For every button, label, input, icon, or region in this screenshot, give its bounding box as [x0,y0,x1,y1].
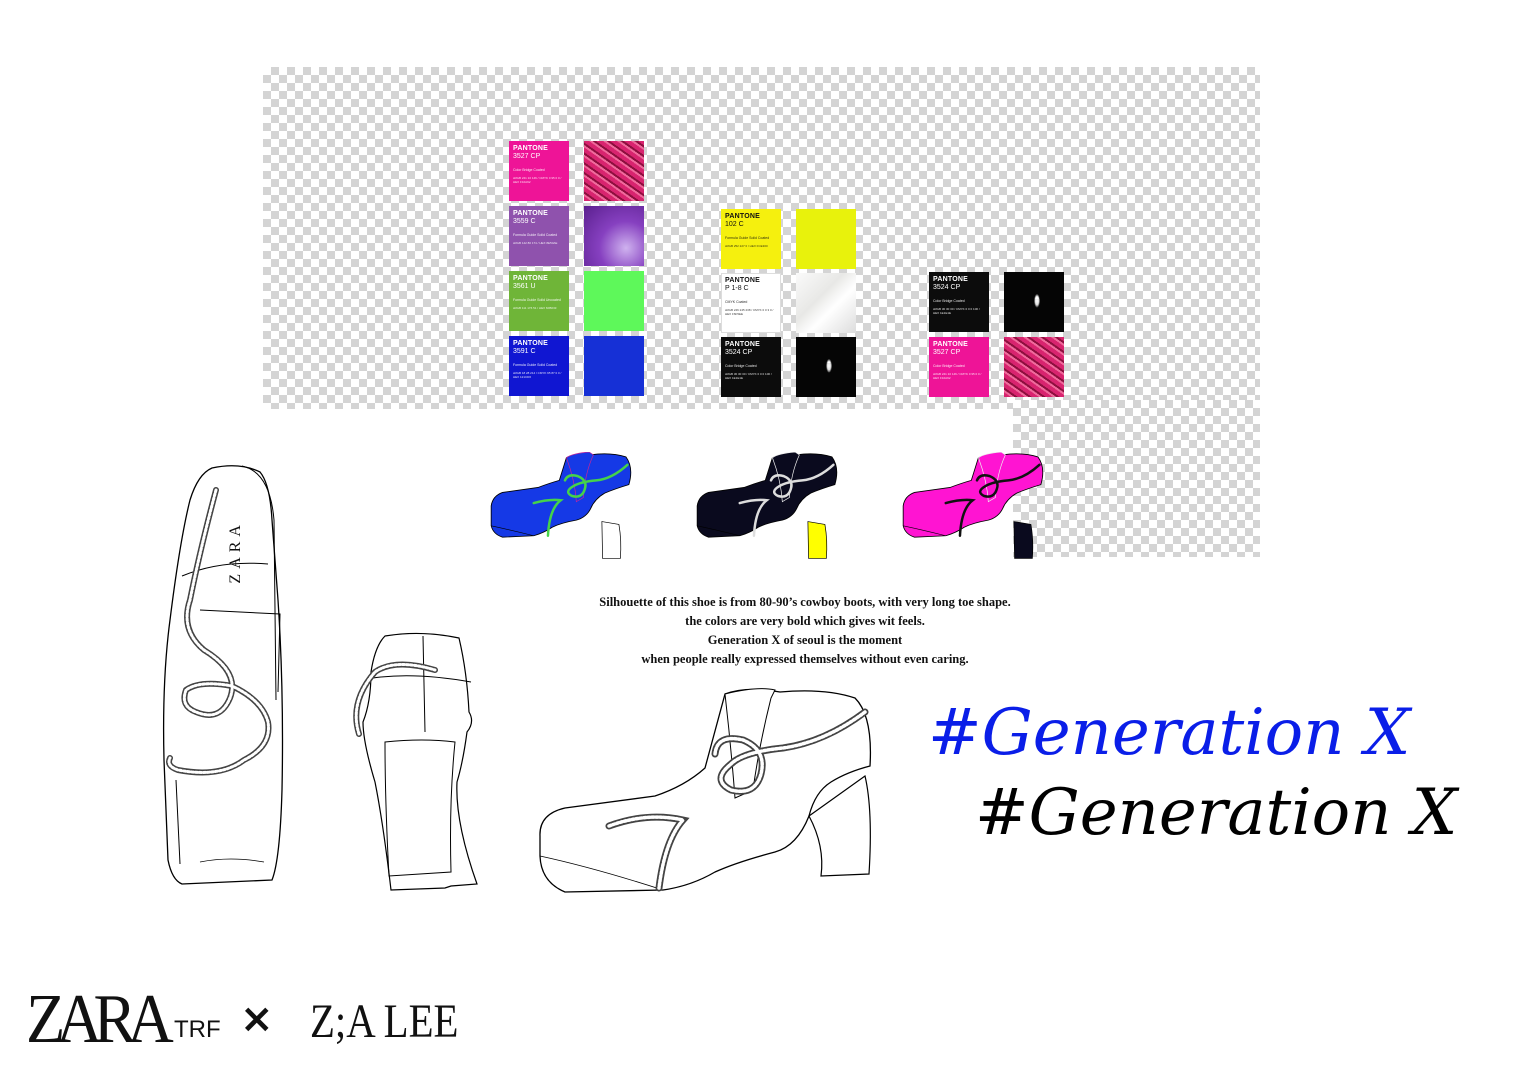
pantone-code: 3561 U [513,283,536,290]
caption-line-2: the colors are very bold which gives wit… [685,614,925,628]
caption-line-3: Generation X of seoul is the moment [707,633,903,647]
insole-logo: ZARA [227,520,244,584]
group1-chip-2: PANTONE 3559 C Formula Guide Solid Coated s… [509,206,569,266]
group3-chip-2: PANTONE 3527 CP Color Bridge Coated sRGB 24… [929,337,989,397]
pantone-spec: sRGB 111 176 51 / HEX 6FB033 [513,306,557,310]
pantone-brand: PANTONE [725,277,760,284]
pantone-code: 3559 C [513,218,536,225]
pantone-brand: PANTONE [725,213,760,220]
pantone-code: 3591 C [513,348,536,355]
pantone-description: Formula Guide Solid Coated [725,236,770,240]
pantone-code: 3524 CP [725,349,753,356]
group1-chip-3: PANTONE 3561 U Formula Guide Solid Uncoate… [509,271,569,331]
pantone-description: CMYK Coated [725,300,748,304]
pantone-code: 3527 CP [513,153,541,160]
pantone-description: Formula Guide Solid Coated [513,233,558,237]
pantone-description: Formula Guide Solid Coated [513,363,558,367]
design-description: Silhouette of this shoe is from 80-90’s … [505,593,1105,669]
pantone-brand: PANTONE [513,275,548,282]
colorway-shoe-pink [902,452,1044,559]
pantone-code: 102 C [725,221,744,228]
pantone-spec: sRGB 30 30 30 / CMYK 0 0 0 100 / HEX 1E1… [725,372,772,380]
group2-material-swatch-1 [796,209,856,269]
pantone-spec: sRGB 241 10 146 / CMYK 0 95 0 0 / HEX F1… [513,176,562,184]
pantone-description: Color Bridge Coated [933,364,965,368]
pantone-brand: PANTONE [513,210,548,217]
pantone-description: Color Bridge Coated [933,299,965,303]
caption-line-4: when people really expressed themselves … [641,652,969,666]
group3-chip-1: PANTONE 3524 CP Color Bridge Coated sRGB 30… [929,272,989,332]
group1-material-swatch-3 [584,271,644,331]
pantone-brand: PANTONE [725,341,760,348]
pantone-description: Color Bridge Coated [513,168,545,172]
group2-chip-1: PANTONE 102 C Formula Guide Solid Coated sR… [721,209,781,269]
pantone-spec: sRGB 241 10 146 / CMYK 0 95 0 0 / HEX F1… [933,372,982,380]
collab-designer-logo: Z;A LEE [310,995,459,1048]
pantone-code: 3527 CP [933,349,961,356]
shoe-side-view-sketch [539,688,872,893]
group3-material-swatch-1 [1004,272,1064,332]
pantone-spec: sRGB 18 28 214 / CMYK 95 87 0 0 / HEX 12… [513,371,562,379]
collab-cross-icon: × [240,996,274,1042]
hashtag-secondary: #Generation X [975,776,1458,850]
hashtag-primary: #Generation X [928,696,1411,770]
caption-line-1: Silhouette of this shoe is from 80-90’s … [599,595,1011,609]
group1-material-swatch-4 [584,336,644,396]
pantone-description: Formula Guide Solid Uncoated [513,298,561,302]
pantone-spec: sRGB 30 30 30 / CMYK 0 0 0 100 / HEX 1E1… [933,307,980,315]
group1-material-swatch-2 [584,206,644,266]
pantone-brand: PANTONE [933,341,968,348]
pantone-brand: PANTONE [933,276,968,283]
pantone-spec: sRGB 246 245 238 / CMYK 0 0 3 0 / HEX F6… [725,308,774,316]
group1-chip-4: PANTONE 3591 C Formula Guide Solid Coated s… [509,336,569,396]
trf-label: TRF [174,1016,221,1043]
pantone-brand: PANTONE [513,340,548,347]
pantone-code: P 1-8 C [725,285,749,292]
group1-material-swatch-1 [584,141,644,201]
pantone-code: 3524 CP [933,284,961,291]
group3-material-swatch-2 [1004,337,1064,397]
group2-chip-2: PANTONE P 1-8 C CMYK Coated sRGB 246 245 23… [721,273,781,333]
group2-chip-3: PANTONE 3524 CP Color Bridge Coated sRGB 30… [721,337,781,397]
shoe-back-view-sketch [353,632,478,891]
pantone-spec: sRGB 252 227 0 / HEX FCE300 [725,244,768,248]
colorway-shoe-black [696,452,838,559]
pantone-spec: sRGB 142 80 174 / HEX 8E50AE [513,241,558,245]
group2-material-swatch-2 [796,273,856,333]
group1-chip-1: PANTONE 3527 CP Color Bridge Coated sRGB 24… [509,141,569,201]
group2-material-swatch-3 [796,337,856,397]
shoe-top-view-sketch: ZARA [162,465,284,885]
pantone-description: Color Bridge Coated [725,364,757,368]
colorway-shoe-blue [490,452,632,559]
pantone-brand: PANTONE [513,145,548,152]
zara-logo: ZARA [26,981,174,1058]
